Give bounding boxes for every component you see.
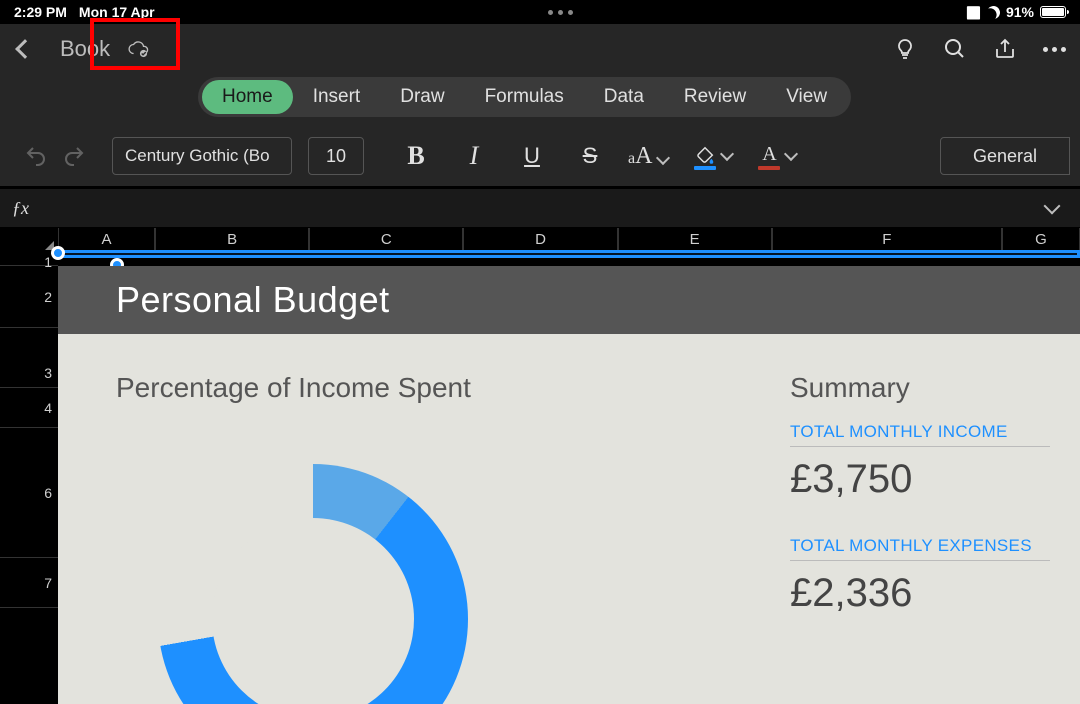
- font-color-icon: A: [758, 145, 780, 167]
- formula-input[interactable]: [29, 189, 1046, 227]
- column-header[interactable]: G: [1002, 228, 1080, 252]
- spreadsheet-grid[interactable]: A B C D E F G 1 2 3 4 6 7 Personal Budge…: [0, 228, 1080, 704]
- column-header[interactable]: E: [618, 228, 772, 252]
- font-color-button[interactable]: A: [758, 145, 804, 167]
- row-header[interactable]: 4: [0, 388, 58, 428]
- wifi-icon: [966, 4, 981, 20]
- search-button[interactable]: [943, 37, 967, 61]
- fill-color-button[interactable]: [694, 145, 740, 167]
- row-header[interactable]: 1: [0, 252, 58, 266]
- income-label: TOTAL MONTHLY INCOME: [790, 422, 1050, 447]
- column-header[interactable]: F: [772, 228, 1002, 252]
- expenses-label: TOTAL MONTHLY EXPENSES: [790, 536, 1050, 561]
- more-button[interactable]: [1043, 47, 1066, 52]
- font-family-select[interactable]: Century Gothic (Bo: [112, 137, 292, 175]
- do-not-disturb-icon: [985, 4, 1002, 21]
- tab-data[interactable]: Data: [584, 80, 664, 114]
- bold-button[interactable]: B: [396, 136, 436, 176]
- font-size-grow-button[interactable]: aA: [628, 143, 676, 170]
- sheet-content: Personal Budget Percentage of Income Spe…: [58, 266, 1080, 704]
- bucket-icon: [694, 145, 716, 167]
- tab-home[interactable]: Home: [202, 80, 293, 114]
- row-header[interactable]: 2: [0, 266, 58, 328]
- status-time: 2:29 PM: [14, 4, 67, 20]
- battery-percent: 91%: [1006, 4, 1034, 20]
- tab-draw[interactable]: Draw: [380, 80, 464, 114]
- formula-bar: ƒx: [0, 188, 1080, 228]
- cell-selection[interactable]: [55, 250, 1080, 258]
- strikethrough-button[interactable]: S: [570, 136, 610, 176]
- budget-title: Personal Budget: [58, 266, 1080, 334]
- donut-chart: [158, 464, 468, 704]
- column-header[interactable]: D: [463, 228, 617, 252]
- annotation-highlight: [90, 18, 180, 70]
- tab-insert[interactable]: Insert: [293, 80, 381, 114]
- tab-review[interactable]: Review: [664, 80, 766, 114]
- chevron-down-icon[interactable]: [720, 147, 734, 161]
- expenses-value: £2,336: [790, 571, 1050, 616]
- ribbon-tabs: Home Insert Draw Formulas Data Review Vi…: [0, 74, 1080, 120]
- home-toolbar: Century Gothic (Bo 10 B I U S aA A Gener…: [0, 126, 1080, 186]
- income-value: £3,750: [790, 457, 1050, 502]
- row-header[interactable]: 3: [0, 328, 58, 388]
- column-header[interactable]: A: [58, 228, 155, 252]
- underline-button[interactable]: U: [512, 136, 552, 176]
- row-header[interactable]: 7: [0, 558, 58, 608]
- selection-handle-icon[interactable]: [51, 246, 65, 260]
- summary-panel: Summary TOTAL MONTHLY INCOME £3,750 TOTA…: [790, 372, 1050, 650]
- row-header[interactable]: 6: [0, 428, 58, 558]
- chevron-down-icon[interactable]: [784, 147, 798, 161]
- share-button[interactable]: [993, 37, 1017, 61]
- redo-button[interactable]: [62, 144, 86, 168]
- fx-icon[interactable]: ƒx: [12, 198, 29, 219]
- tab-formulas[interactable]: Formulas: [465, 80, 584, 114]
- back-button[interactable]: [15, 39, 35, 59]
- font-size-select[interactable]: 10: [308, 137, 364, 175]
- column-header[interactable]: B: [155, 228, 309, 252]
- column-header[interactable]: C: [309, 228, 463, 252]
- battery-icon: [1040, 6, 1066, 18]
- select-all-corner[interactable]: [0, 228, 58, 252]
- expand-formula-bar[interactable]: [1044, 198, 1061, 215]
- ideas-button[interactable]: [893, 37, 917, 61]
- multitask-dots[interactable]: [548, 10, 573, 15]
- donut-chart-graphic: [158, 464, 468, 704]
- undo-button[interactable]: [24, 144, 48, 168]
- italic-button[interactable]: I: [454, 136, 494, 176]
- number-format-select[interactable]: General: [940, 137, 1070, 175]
- summary-heading: Summary: [790, 372, 1050, 404]
- app-title-bar: Book: [0, 24, 1080, 74]
- tab-view[interactable]: View: [766, 80, 847, 114]
- chevron-down-icon: [656, 150, 670, 164]
